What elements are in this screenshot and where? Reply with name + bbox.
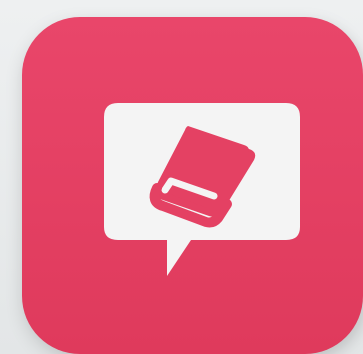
screenshot-canvas [0,0,363,354]
chat-book-icon [104,103,300,276]
